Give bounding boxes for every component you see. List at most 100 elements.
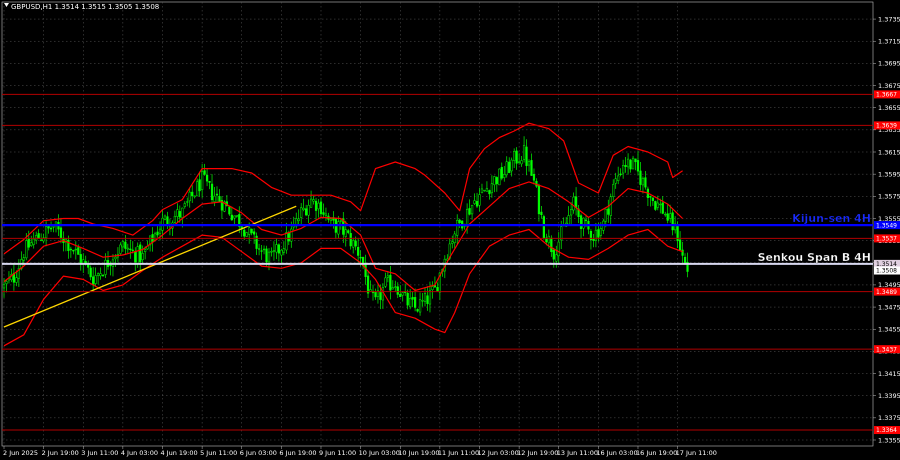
candle-down xyxy=(69,248,72,251)
candle-up xyxy=(5,281,8,284)
y-tick-label: 1.3695 xyxy=(878,60,900,68)
candle-up xyxy=(483,189,486,192)
candle-up xyxy=(503,174,506,178)
candle-up xyxy=(40,239,43,242)
candle-up xyxy=(409,298,412,308)
x-tick-label: 10 Jun 19:00 xyxy=(398,449,439,457)
candle-up xyxy=(114,256,117,260)
candle-down xyxy=(495,177,498,185)
candle-down xyxy=(260,250,263,252)
candle-down xyxy=(379,291,382,300)
candle-down xyxy=(287,232,290,242)
candle-down xyxy=(661,202,664,214)
candle-down xyxy=(364,263,367,277)
candle-up xyxy=(126,247,129,250)
candle-down xyxy=(178,211,181,218)
candle-up xyxy=(285,232,288,251)
candle-up xyxy=(275,244,278,253)
candle-down xyxy=(671,212,674,231)
y-tick-label: 1.3615 xyxy=(878,148,900,156)
candle-up xyxy=(522,145,526,160)
candle-down xyxy=(92,276,95,286)
y-tick-label: 1.3475 xyxy=(878,303,900,311)
candle-down xyxy=(649,195,652,198)
candle-up xyxy=(302,207,305,210)
y-tick-label: 1.3735 xyxy=(878,15,900,23)
candle-down xyxy=(468,208,471,215)
candle-up xyxy=(337,221,340,235)
candle-down xyxy=(525,146,528,166)
current-price-label: 1.3508 xyxy=(876,268,897,275)
candle-up xyxy=(478,194,481,206)
candle-down xyxy=(515,150,518,164)
candle-up xyxy=(324,213,328,217)
candle-down xyxy=(208,181,211,183)
candle-up xyxy=(485,188,489,192)
candle-down xyxy=(654,201,657,210)
level-price-label: 1.3667 xyxy=(876,92,897,99)
candle-down xyxy=(458,219,461,224)
level-line-label: Kijun-sen 4H xyxy=(792,212,871,225)
candle-down xyxy=(134,250,137,263)
candle-up xyxy=(30,242,33,247)
candle-down xyxy=(389,274,392,291)
candle-up xyxy=(609,196,612,216)
candle-up xyxy=(423,293,427,302)
candle-down xyxy=(205,174,209,182)
candle-down xyxy=(607,208,610,215)
candle-up xyxy=(570,208,573,216)
candle-down xyxy=(347,230,350,233)
candle-down xyxy=(411,296,414,300)
candle-up xyxy=(300,207,303,218)
candle-down xyxy=(322,212,325,215)
candle-up xyxy=(339,220,342,222)
level-price-label: 1.3537 xyxy=(876,236,897,243)
candle-up xyxy=(493,176,496,186)
candle-up xyxy=(267,251,271,263)
candle-up xyxy=(272,250,276,252)
candle-down xyxy=(374,291,377,298)
candle-up xyxy=(158,228,162,234)
candle-down xyxy=(574,196,578,208)
candle-up xyxy=(270,250,273,253)
candle-down xyxy=(579,215,583,229)
candle-down xyxy=(79,254,82,265)
candle-down xyxy=(253,231,256,235)
candle-down xyxy=(619,173,622,175)
candle-up xyxy=(121,241,124,248)
candle-up xyxy=(451,241,454,244)
x-tick-label: 6 Jun 19:00 xyxy=(279,449,316,457)
level-price-label: 1.3549 xyxy=(876,222,897,229)
candle-up xyxy=(567,215,570,225)
candle-down xyxy=(359,256,362,259)
candle-up xyxy=(498,168,501,186)
candle-down xyxy=(139,244,142,263)
x-tick-label: 2 Jun 19:00 xyxy=(42,449,79,457)
candle-down xyxy=(101,274,105,277)
y-tick-label: 1.3715 xyxy=(878,38,900,46)
y-tick-label: 1.3675 xyxy=(878,82,900,90)
candle-down xyxy=(508,161,511,173)
candle-down xyxy=(109,264,112,266)
candle-up xyxy=(520,160,523,165)
candle-up xyxy=(186,201,189,203)
candle-down xyxy=(354,240,357,247)
candle-down xyxy=(305,208,308,216)
candle-down xyxy=(77,247,80,255)
x-tick-label: 12 Jun 19:00 xyxy=(517,449,558,457)
candle-up xyxy=(401,292,404,296)
candle-down xyxy=(366,275,370,294)
candle-down xyxy=(215,193,219,196)
candle-down xyxy=(396,286,399,295)
candle-up xyxy=(52,226,55,228)
x-tick-label: 3 Jun 11:00 xyxy=(81,449,118,457)
candle-up xyxy=(262,248,266,251)
candle-down xyxy=(129,248,132,250)
candle-down xyxy=(634,158,637,163)
candle-down xyxy=(250,228,253,234)
candle-down xyxy=(314,200,318,211)
candle-up xyxy=(369,289,372,292)
x-tick-label: 16 Jun 03:00 xyxy=(596,449,637,457)
candle-up xyxy=(518,161,521,163)
candle-up xyxy=(94,275,97,284)
